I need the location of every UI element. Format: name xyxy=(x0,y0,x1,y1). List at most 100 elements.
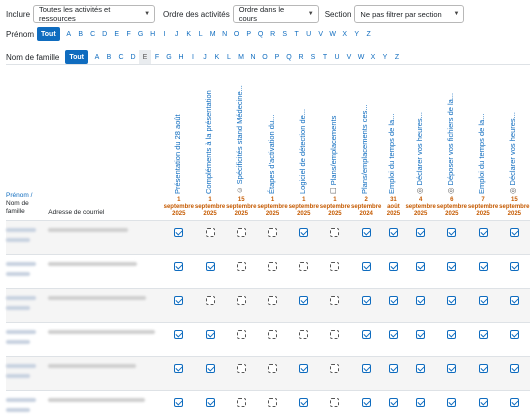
completed-checkbox-icon[interactable] xyxy=(388,262,398,271)
incomplete-checkbox-icon[interactable] xyxy=(236,364,246,373)
completed-checkbox-icon[interactable] xyxy=(361,364,371,373)
activity-link[interactable]: Étapes d'activation du... xyxy=(267,74,276,194)
last-name-all-button[interactable]: Tout xyxy=(65,50,88,64)
completed-checkbox-icon[interactable] xyxy=(361,398,371,407)
student-name-cell[interactable] xyxy=(6,390,45,420)
last-name-letter-w[interactable]: W xyxy=(355,50,367,64)
completed-checkbox-icon[interactable] xyxy=(388,228,398,237)
last-name-letter-q[interactable]: Q xyxy=(283,50,295,64)
first-name-letter-r[interactable]: R xyxy=(267,27,279,41)
activity-link[interactable]: Plans/emplacements ces... xyxy=(360,74,369,194)
completed-checkbox-icon[interactable] xyxy=(174,330,184,339)
last-name-letter-c[interactable]: C xyxy=(115,50,127,64)
completed-checkbox-icon[interactable] xyxy=(388,296,398,305)
last-name-letter-b[interactable]: B xyxy=(103,50,115,64)
completed-checkbox-icon[interactable] xyxy=(299,296,309,305)
incomplete-checkbox-icon[interactable] xyxy=(330,262,340,271)
first-name-letter-e[interactable]: E xyxy=(111,27,123,41)
completed-checkbox-icon[interactable] xyxy=(174,228,184,237)
first-name-letter-c[interactable]: C xyxy=(87,27,99,41)
incomplete-checkbox-icon[interactable] xyxy=(268,398,277,407)
completed-checkbox-icon[interactable] xyxy=(478,398,488,407)
incomplete-checkbox-icon[interactable] xyxy=(268,262,277,271)
completed-checkbox-icon[interactable] xyxy=(205,364,215,373)
last-name-letter-y[interactable]: Y xyxy=(379,50,391,64)
incomplete-checkbox-icon[interactable] xyxy=(236,398,246,407)
first-name-all-button[interactable]: Tout xyxy=(37,27,60,41)
first-name-letter-f[interactable]: F xyxy=(123,27,135,41)
completed-checkbox-icon[interactable] xyxy=(416,228,426,237)
last-name-letter-d[interactable]: D xyxy=(127,50,139,64)
incomplete-checkbox-icon[interactable] xyxy=(330,296,340,305)
first-name-letter-i[interactable]: I xyxy=(159,27,171,41)
last-name-letter-i[interactable]: I xyxy=(187,50,199,64)
first-name-letter-a[interactable]: A xyxy=(63,27,75,41)
completed-checkbox-icon[interactable] xyxy=(174,262,184,271)
incomplete-checkbox-icon[interactable] xyxy=(268,228,277,237)
first-name-letter-y[interactable]: Y xyxy=(351,27,363,41)
first-name-letter-x[interactable]: X xyxy=(339,27,351,41)
activity-link[interactable]: Compléments à la présentation xyxy=(204,74,213,194)
incomplete-checkbox-icon[interactable] xyxy=(330,228,340,237)
completed-checkbox-icon[interactable] xyxy=(205,398,215,407)
completed-checkbox-icon[interactable] xyxy=(509,330,519,339)
completed-checkbox-icon[interactable] xyxy=(361,296,371,305)
completed-checkbox-icon[interactable] xyxy=(361,330,371,339)
activity-link[interactable]: ☐Plans/emplacements xyxy=(329,74,338,194)
last-name-letter-u[interactable]: U xyxy=(331,50,343,64)
last-name-letter-m[interactable]: M xyxy=(235,50,247,64)
activity-link[interactable]: ◎Déposer vos fichiers de la... xyxy=(446,74,455,194)
last-name-letter-v[interactable]: V xyxy=(343,50,355,64)
completed-checkbox-icon[interactable] xyxy=(361,228,371,237)
student-name-cell[interactable] xyxy=(6,220,45,255)
incomplete-checkbox-icon[interactable] xyxy=(236,262,246,271)
first-name-letter-h[interactable]: H xyxy=(147,27,159,41)
completed-checkbox-icon[interactable] xyxy=(509,364,519,373)
completed-checkbox-icon[interactable] xyxy=(447,262,457,271)
student-name-cell[interactable] xyxy=(6,254,45,289)
completed-checkbox-icon[interactable] xyxy=(447,296,457,305)
student-name-cell[interactable] xyxy=(6,288,45,323)
completed-checkbox-icon[interactable] xyxy=(447,398,457,407)
completed-checkbox-icon[interactable] xyxy=(299,398,309,407)
last-name-letter-s[interactable]: S xyxy=(307,50,319,64)
completed-checkbox-icon[interactable] xyxy=(416,330,426,339)
activity-link[interactable]: Présentation du 28 août xyxy=(173,74,182,194)
activity-link[interactable]: ◎Déclarer vos heures... xyxy=(508,74,517,194)
activity-link[interactable]: Logiciel de détection de... xyxy=(298,74,307,194)
first-name-letter-u[interactable]: U xyxy=(303,27,315,41)
completed-checkbox-icon[interactable] xyxy=(205,330,215,339)
incomplete-checkbox-icon[interactable] xyxy=(268,296,277,305)
order-select[interactable]: Ordre dans le cours ▼ xyxy=(232,5,319,23)
first-name-letter-q[interactable]: Q xyxy=(255,27,267,41)
completed-checkbox-icon[interactable] xyxy=(361,262,371,271)
student-name-cell[interactable] xyxy=(6,322,45,357)
last-name-letter-t[interactable]: T xyxy=(319,50,331,64)
first-name-letter-k[interactable]: K xyxy=(183,27,195,41)
first-name-letter-n[interactable]: N xyxy=(219,27,231,41)
first-name-letter-m[interactable]: M xyxy=(207,27,219,41)
completed-checkbox-icon[interactable] xyxy=(299,228,309,237)
first-name-letter-t[interactable]: T xyxy=(291,27,303,41)
completed-checkbox-icon[interactable] xyxy=(388,330,398,339)
first-name-letter-l[interactable]: L xyxy=(195,27,207,41)
last-name-letter-e[interactable]: E xyxy=(139,50,151,64)
last-name-letter-z[interactable]: Z xyxy=(391,50,403,64)
last-name-letter-a[interactable]: A xyxy=(91,50,103,64)
last-name-letter-h[interactable]: H xyxy=(175,50,187,64)
completed-checkbox-icon[interactable] xyxy=(174,364,184,373)
last-name-letter-o[interactable]: O xyxy=(259,50,271,64)
completed-checkbox-icon[interactable] xyxy=(478,330,488,339)
incomplete-checkbox-icon[interactable] xyxy=(268,364,277,373)
first-name-letter-s[interactable]: S xyxy=(279,27,291,41)
completed-checkbox-icon[interactable] xyxy=(509,262,519,271)
incomplete-checkbox-icon[interactable] xyxy=(299,262,309,271)
section-select[interactable]: Ne pas filtrer par section ▼ xyxy=(354,5,465,23)
first-name-letter-j[interactable]: J xyxy=(171,27,183,41)
incomplete-checkbox-icon[interactable] xyxy=(205,296,215,305)
completed-checkbox-icon[interactable] xyxy=(388,398,398,407)
incomplete-checkbox-icon[interactable] xyxy=(236,228,246,237)
completed-checkbox-icon[interactable] xyxy=(478,228,488,237)
completed-checkbox-icon[interactable] xyxy=(205,262,215,271)
activity-link[interactable]: ◎Déclarer vos heures... xyxy=(415,74,424,194)
